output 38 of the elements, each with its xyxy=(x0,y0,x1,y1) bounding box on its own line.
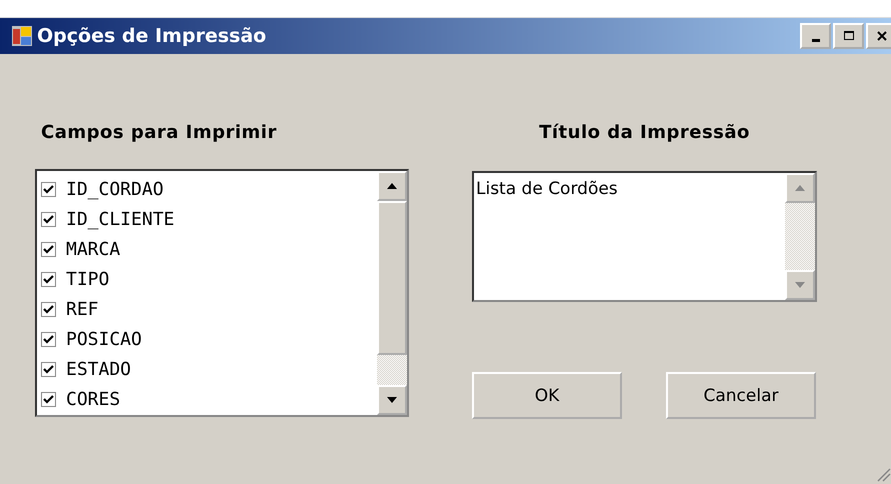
ok-button[interactable]: OK xyxy=(472,372,622,419)
cancel-button[interactable]: Cancelar xyxy=(666,372,816,419)
fields-label: Campos para Imprimir xyxy=(41,122,278,143)
field-label[interactable]: ID_CLIENTE xyxy=(66,208,174,230)
title-label: Título da Impressão xyxy=(538,122,751,143)
maximize-button[interactable] xyxy=(833,23,864,49)
checkbox[interactable] xyxy=(41,242,56,256)
checkbox[interactable] xyxy=(41,212,56,226)
minimize-icon xyxy=(812,39,820,42)
field-label[interactable]: POSICAO xyxy=(66,328,142,350)
scroll-track[interactable] xyxy=(377,355,407,385)
field-label[interactable]: TIPO xyxy=(66,268,110,290)
up-arrow-icon xyxy=(795,185,805,191)
checkbox[interactable] xyxy=(41,272,56,286)
field-label[interactable]: REF xyxy=(66,298,99,320)
checkbox[interactable] xyxy=(41,392,56,406)
checkbox[interactable] xyxy=(41,332,56,346)
up-arrow-icon xyxy=(387,183,397,189)
field-label[interactable]: ID_CORDAO xyxy=(66,178,164,200)
scrollbar[interactable] xyxy=(377,171,407,415)
close-icon xyxy=(876,30,888,42)
down-arrow-icon xyxy=(387,397,397,403)
app-icon xyxy=(11,25,33,47)
field-label[interactable]: MARCA xyxy=(66,238,120,260)
field-label[interactable]: CORES xyxy=(66,388,120,410)
minimize-button[interactable] xyxy=(800,23,831,49)
window-title: Opções de Impressão xyxy=(37,25,266,47)
checkbox[interactable] xyxy=(41,362,56,376)
field-label[interactable]: ESTADO xyxy=(66,358,132,380)
scroll-up-button[interactable] xyxy=(377,171,407,201)
maximize-icon xyxy=(842,30,854,42)
checkbox[interactable] xyxy=(41,302,56,316)
title-field[interactable]: Lista de Cordões xyxy=(472,171,817,302)
scroll-down-button[interactable] xyxy=(377,385,407,415)
scroll-thumb[interactable] xyxy=(377,201,407,355)
down-arrow-icon xyxy=(795,282,805,288)
checkbox[interactable] xyxy=(41,182,56,196)
close-button[interactable] xyxy=(866,23,891,49)
